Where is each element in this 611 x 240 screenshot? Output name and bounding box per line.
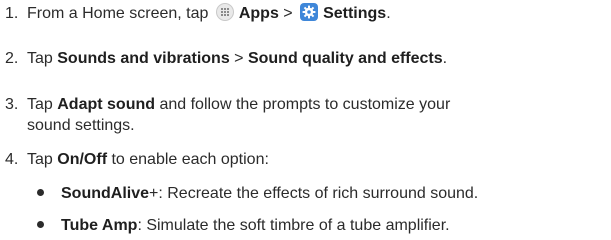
- step-text: Tap: [27, 50, 58, 67]
- adapt-sound-label: Adapt sound: [57, 96, 156, 113]
- step-text: to enable each option:: [107, 151, 269, 168]
- apps-grid-icon: [215, 3, 234, 21]
- step-4: 4. Tap On/Off to enable each option:: [5, 149, 269, 170]
- step-number: 3.: [5, 96, 19, 113]
- apps-label: Apps: [238, 5, 279, 22]
- step-2: 2. Tap Sounds and vibrations > Sound qual…: [5, 48, 447, 69]
- step-text: From a Home screen, tap: [27, 5, 213, 22]
- step-number: 1.: [5, 5, 19, 22]
- sounds-and-vibrations-label: Sounds and vibrations: [57, 50, 230, 67]
- option-tube-amp: Tube Amp: Simulate the soft timbre of a …: [37, 215, 450, 236]
- bullet-dot: [37, 189, 44, 197]
- option-name-suffix: +: [149, 185, 159, 202]
- step-number: 2.: [5, 50, 19, 67]
- step-1: 1. From a Home screen, tap Apps > Setting…: [5, 3, 391, 24]
- sound-quality-label: Sound quality and effects: [247, 50, 443, 67]
- separator: >: [229, 50, 248, 67]
- step-text: Tap: [27, 96, 58, 113]
- step-3: 3. Tap Adapt sound and follow the prompts…: [5, 94, 450, 115]
- period: .: [386, 5, 391, 22]
- on-off-label: On/Off: [57, 151, 108, 168]
- period: .: [442, 50, 448, 67]
- settings-gear-icon: [300, 3, 319, 21]
- option-description: : Recreate the effects of rich surround …: [158, 185, 479, 202]
- option-description: : Simulate the soft timbre of a tube amp…: [137, 217, 450, 234]
- option-soundalive: SoundAlive+: Recreate the effects of ric…: [37, 183, 478, 204]
- settings-label: Settings: [323, 5, 387, 22]
- step-text: Tap: [27, 151, 58, 168]
- step-3-continuation: sound settings.: [27, 117, 135, 134]
- separator: >: [278, 5, 298, 22]
- bullet-dot: [37, 221, 44, 229]
- option-name: SoundAlive: [61, 185, 150, 202]
- step-number: 4.: [5, 151, 19, 168]
- step-text: and follow the prompts to customize your: [155, 96, 451, 113]
- option-name: Tube Amp: [61, 217, 138, 234]
